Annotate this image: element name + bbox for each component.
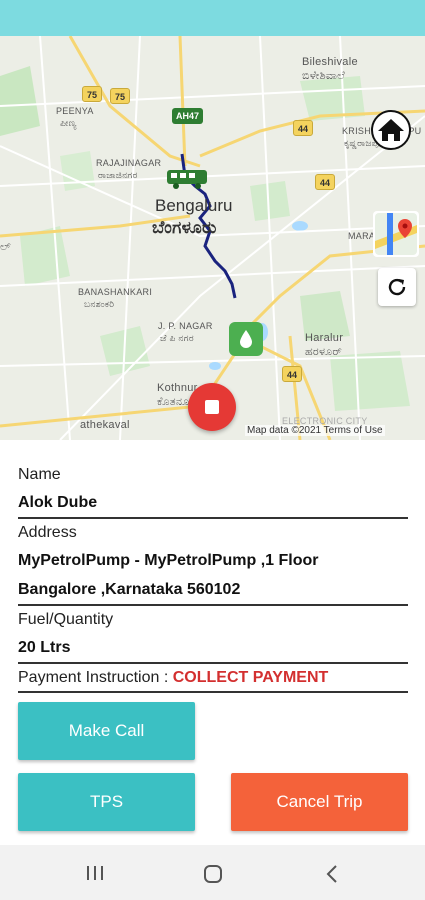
address-label: Address (18, 524, 77, 541)
map-label-bileshivale: Bileshivale (302, 56, 358, 68)
map-label-bengaluru-kn: ಬೆಂಗಳೂರು (152, 218, 217, 237)
map-label-left-edge: ಲ್ (0, 241, 11, 253)
map-label-peenya-kn: ಪೀಣ್ಯ (60, 118, 77, 128)
address-line-1: MyPetrolPump - MyPetrolPump ,1 Floor (18, 552, 319, 569)
tps-button[interactable]: TPS (18, 773, 195, 831)
home-icon[interactable] (368, 110, 414, 150)
fuel-quantity-label: Fuel/Quantity (18, 611, 114, 628)
road-shield: 44 (315, 174, 336, 190)
home-nav-icon[interactable] (203, 864, 223, 884)
divider (18, 691, 408, 693)
map-label-jpnagar-kn: ಜೆ ಪಿ ನಗರ (160, 333, 194, 343)
road-shield: 44 (282, 366, 303, 382)
divider (18, 662, 408, 664)
divider (18, 604, 408, 606)
address-line-2: Bangalore ,Karnataka 560102 (18, 581, 241, 598)
map-label-jpnagar: J. P. NAGAR (158, 321, 213, 331)
fuel-station-marker-icon (229, 322, 263, 356)
map-label-haralur: Haralur (305, 332, 344, 344)
road-shield: 75 (82, 86, 103, 102)
map-label-peenya: PEENYA (56, 106, 94, 116)
cancel-trip-button[interactable]: Cancel Trip (231, 773, 408, 831)
map-label-bileshivale-kn: ಬಿಳೇಶಿವಾಲೆ (302, 70, 346, 82)
name-value: Alok Dube (18, 494, 98, 511)
stop-trip-button[interactable] (188, 383, 236, 431)
stop-icon (205, 400, 219, 414)
map-label-rajajinagar-kn: ರಾಜಾಜಿನಗರ (98, 170, 138, 180)
back-icon[interactable] (325, 864, 339, 884)
payment-instruction: Payment Instruction : COLLECT PAYMENT (18, 669, 328, 687)
map-view[interactable]: Bileshivale ಬಿಳೇಶಿವಾಲೆ PEENYA ಪೀಣ್ಯ RAJA… (0, 36, 425, 440)
recent-apps-icon[interactable] (86, 865, 104, 881)
road-shield: 44 (293, 120, 314, 136)
map-label-athekaval: athekaval (80, 419, 130, 431)
map-label-haralur-kn: ಹರಳೂರ್ (305, 346, 343, 358)
vehicle-marker-icon (165, 164, 209, 192)
divider (18, 517, 408, 519)
map-label-banashankari: BANASHANKARI (78, 287, 153, 297)
map-attribution[interactable]: Map data ©2021 Terms of Use (245, 425, 385, 436)
refresh-icon[interactable] (378, 268, 416, 306)
make-call-button[interactable]: Make Call (18, 702, 195, 760)
payment-instruction-value: COLLECT PAYMENT (172, 669, 329, 686)
road-shield: 75 (110, 88, 131, 104)
fuel-quantity-value: 20 Ltrs (18, 639, 71, 656)
map-label-marathahalli: MARA (348, 231, 376, 241)
google-maps-icon[interactable] (373, 211, 419, 257)
payment-instruction-label: Payment Instruction : (18, 669, 173, 686)
road-shield: AH47 (172, 108, 204, 124)
map-label-bengaluru: Bengaluru (155, 196, 233, 215)
status-bar (0, 0, 425, 36)
name-label: Name (18, 466, 61, 483)
map-label-banashankari-kn: ಬನಶಂಕರಿ (84, 299, 115, 309)
system-nav-bar (0, 845, 425, 900)
map-label-rajajinagar: RAJAJINAGAR (96, 158, 162, 168)
